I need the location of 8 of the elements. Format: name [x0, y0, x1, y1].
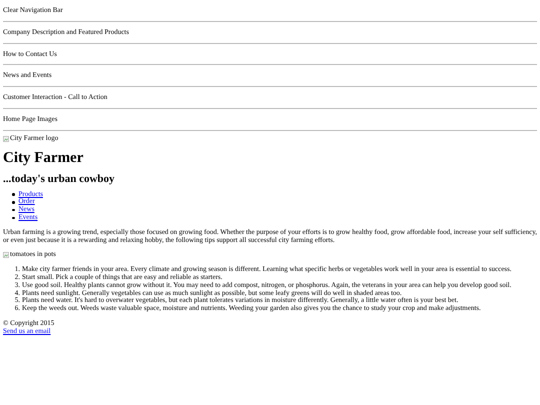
bullet-icon: [12, 208, 14, 212]
broken-image-icon: [3, 252, 9, 258]
bullet-icon: [12, 193, 14, 196]
broken-image-icon: [3, 136, 9, 142]
tagline: ...today's urban cowboy: [3, 172, 116, 185]
bullet-icon: [12, 201, 14, 204]
bullet-icon: [12, 216, 14, 220]
site-title: City Farmer: [3, 150, 84, 167]
